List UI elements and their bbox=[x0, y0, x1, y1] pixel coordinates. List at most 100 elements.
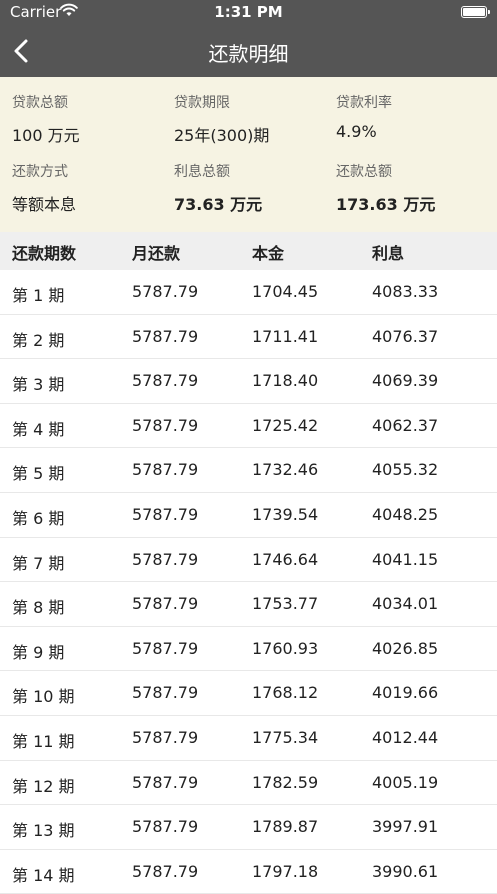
cell-monthly: 5787.79 bbox=[132, 371, 199, 391]
summary-interest-total: 利息总额 73.63 万元 bbox=[174, 161, 334, 215]
nav-bar: 还款明细 bbox=[0, 26, 497, 77]
cell-interest: 4041.15 bbox=[372, 549, 439, 569]
cell-monthly: 5787.79 bbox=[132, 460, 199, 480]
table-row: 第 11 期 5787.79 1775.34 4012.44 bbox=[0, 716, 497, 761]
cell-monthly: 5787.79 bbox=[132, 683, 199, 703]
cell-principal: 1739.54 bbox=[252, 504, 319, 524]
cell-interest: 4019.66 bbox=[372, 683, 439, 703]
summary-value: 100 万元 bbox=[12, 126, 80, 145]
cell-period: 第 1 期 bbox=[12, 286, 65, 305]
cell-period: 第 6 期 bbox=[12, 508, 65, 528]
status-bar: Carrier 1:31 PM bbox=[0, 0, 497, 26]
summary-loan-term: 贷款期限 25年(300)期 bbox=[174, 92, 334, 146]
cell-monthly: 5787.79 bbox=[132, 727, 199, 747]
summary-label: 贷款总额 bbox=[12, 95, 68, 111]
summary-label: 贷款利率 bbox=[336, 95, 392, 111]
cell-principal: 1753.77 bbox=[252, 594, 319, 614]
cell-interest: 4034.01 bbox=[372, 594, 439, 614]
cell-period: 第 5 期 bbox=[12, 464, 65, 484]
column-header-monthly: 月还款 bbox=[132, 244, 181, 263]
table-row: 第 8 期 5787.79 1753.77 4034.01 bbox=[0, 582, 497, 627]
cell-principal: 1718.40 bbox=[252, 371, 319, 391]
cell-period: 第 11 期 bbox=[12, 731, 75, 751]
cell-principal: 1704.45 bbox=[252, 282, 319, 301]
cell-principal: 1746.64 bbox=[252, 549, 319, 569]
table-row: 第 1 期 5787.79 1704.45 4083.33 bbox=[0, 270, 497, 315]
cell-principal: 1797.18 bbox=[252, 861, 319, 881]
cell-interest: 3997.91 bbox=[372, 817, 439, 837]
table-row: 第 14 期 5787.79 1797.18 3990.61 bbox=[0, 850, 497, 894]
cell-monthly: 5787.79 bbox=[132, 638, 199, 658]
table-row: 第 9 期 5787.79 1760.93 4026.85 bbox=[0, 627, 497, 672]
cell-monthly: 5787.79 bbox=[132, 415, 199, 435]
table-row: 第 13 期 5787.79 1789.87 3997.91 bbox=[0, 805, 497, 850]
summary-loan-total: 贷款总额 100 万元 bbox=[12, 92, 172, 146]
cell-monthly: 5787.79 bbox=[132, 861, 199, 881]
table-row: 第 10 期 5787.79 1768.12 4019.66 bbox=[0, 671, 497, 716]
cell-monthly: 5787.79 bbox=[132, 772, 199, 792]
cell-period: 第 14 期 bbox=[12, 865, 75, 885]
cell-monthly: 5787.79 bbox=[132, 549, 199, 569]
cell-period: 第 9 期 bbox=[12, 642, 65, 662]
column-header-principal: 本金 bbox=[252, 244, 285, 263]
summary-repay-method: 还款方式 等额本息 bbox=[12, 161, 172, 215]
summary-repay-total: 还款总额 173.63 万元 bbox=[336, 161, 496, 215]
cell-period: 第 12 期 bbox=[12, 776, 75, 796]
cell-period: 第 13 期 bbox=[12, 821, 75, 841]
cell-period: 第 2 期 bbox=[12, 330, 65, 350]
cell-period: 第 7 期 bbox=[12, 553, 65, 573]
cell-principal: 1760.93 bbox=[252, 638, 319, 658]
loan-summary: 贷款总额 100 万元 贷款期限 25年(300)期 贷款利率 4.9% 还款方… bbox=[0, 77, 497, 232]
cell-monthly: 5787.79 bbox=[132, 504, 199, 524]
column-header-period: 还款期数 bbox=[12, 244, 77, 263]
cell-interest: 4083.33 bbox=[372, 282, 439, 301]
cell-interest: 4012.44 bbox=[372, 727, 439, 747]
cell-interest: 4076.37 bbox=[372, 326, 439, 346]
column-header-interest: 利息 bbox=[372, 244, 405, 263]
status-time: 1:31 PM bbox=[214, 3, 283, 21]
summary-value: 173.63 万元 bbox=[336, 195, 436, 214]
summary-label: 还款总额 bbox=[336, 164, 392, 180]
cell-interest: 4062.37 bbox=[372, 415, 439, 435]
cell-period: 第 4 期 bbox=[12, 419, 65, 439]
cell-interest: 4069.39 bbox=[372, 371, 439, 391]
cell-principal: 1732.46 bbox=[252, 460, 319, 480]
cell-principal: 1711.41 bbox=[252, 326, 319, 346]
repayment-table[interactable]: 第 1 期 5787.79 1704.45 4083.33 第 2 期 5787.79 17… bbox=[0, 270, 497, 894]
summary-value: 25年(300)期 bbox=[174, 126, 270, 145]
summary-value: 等额本息 bbox=[12, 195, 77, 214]
cell-monthly: 5787.79 bbox=[132, 817, 199, 837]
summary-value: 73.63 万元 bbox=[174, 195, 263, 214]
table-row: 第 5 期 5787.79 1732.46 4055.32 bbox=[0, 448, 497, 493]
cell-interest: 4026.85 bbox=[372, 638, 439, 658]
table-row: 第 6 期 5787.79 1739.54 4048.25 bbox=[0, 493, 497, 538]
table-row: 第 4 期 5787.79 1725.42 4062.37 bbox=[0, 404, 497, 449]
cell-period: 第 10 期 bbox=[12, 687, 75, 707]
cell-interest: 3990.61 bbox=[372, 861, 439, 881]
cell-monthly: 5787.79 bbox=[132, 326, 199, 346]
cell-interest: 4048.25 bbox=[372, 504, 439, 524]
cell-principal: 1775.34 bbox=[252, 727, 319, 747]
cell-period: 第 8 期 bbox=[12, 598, 65, 618]
battery-icon bbox=[461, 6, 490, 18]
summary-label: 贷款期限 bbox=[174, 95, 230, 111]
page-title: 还款明细 bbox=[208, 42, 289, 66]
cell-monthly: 5787.79 bbox=[132, 282, 199, 301]
cell-principal: 1725.42 bbox=[252, 415, 319, 435]
cell-period: 第 3 期 bbox=[12, 375, 65, 395]
cell-principal: 1768.12 bbox=[252, 683, 319, 703]
cell-interest: 4005.19 bbox=[372, 772, 439, 792]
cell-interest: 4055.32 bbox=[372, 460, 439, 480]
table-row: 第 3 期 5787.79 1718.40 4069.39 bbox=[0, 359, 497, 404]
summary-label: 利息总额 bbox=[174, 164, 230, 180]
summary-label: 还款方式 bbox=[12, 164, 68, 180]
summary-value: 4.9% bbox=[336, 122, 377, 141]
table-row: 第 12 期 5787.79 1782.59 4005.19 bbox=[0, 761, 497, 806]
table-header: 还款期数 月还款 本金 利息 bbox=[0, 232, 497, 270]
cell-monthly: 5787.79 bbox=[132, 594, 199, 614]
cell-principal: 1782.59 bbox=[252, 772, 319, 792]
table-row: 第 7 期 5787.79 1746.64 4041.15 bbox=[0, 538, 497, 583]
summary-loan-rate: 贷款利率 4.9% bbox=[336, 92, 496, 141]
cell-principal: 1789.87 bbox=[252, 817, 319, 837]
table-row: 第 2 期 5787.79 1711.41 4076.37 bbox=[0, 315, 497, 360]
